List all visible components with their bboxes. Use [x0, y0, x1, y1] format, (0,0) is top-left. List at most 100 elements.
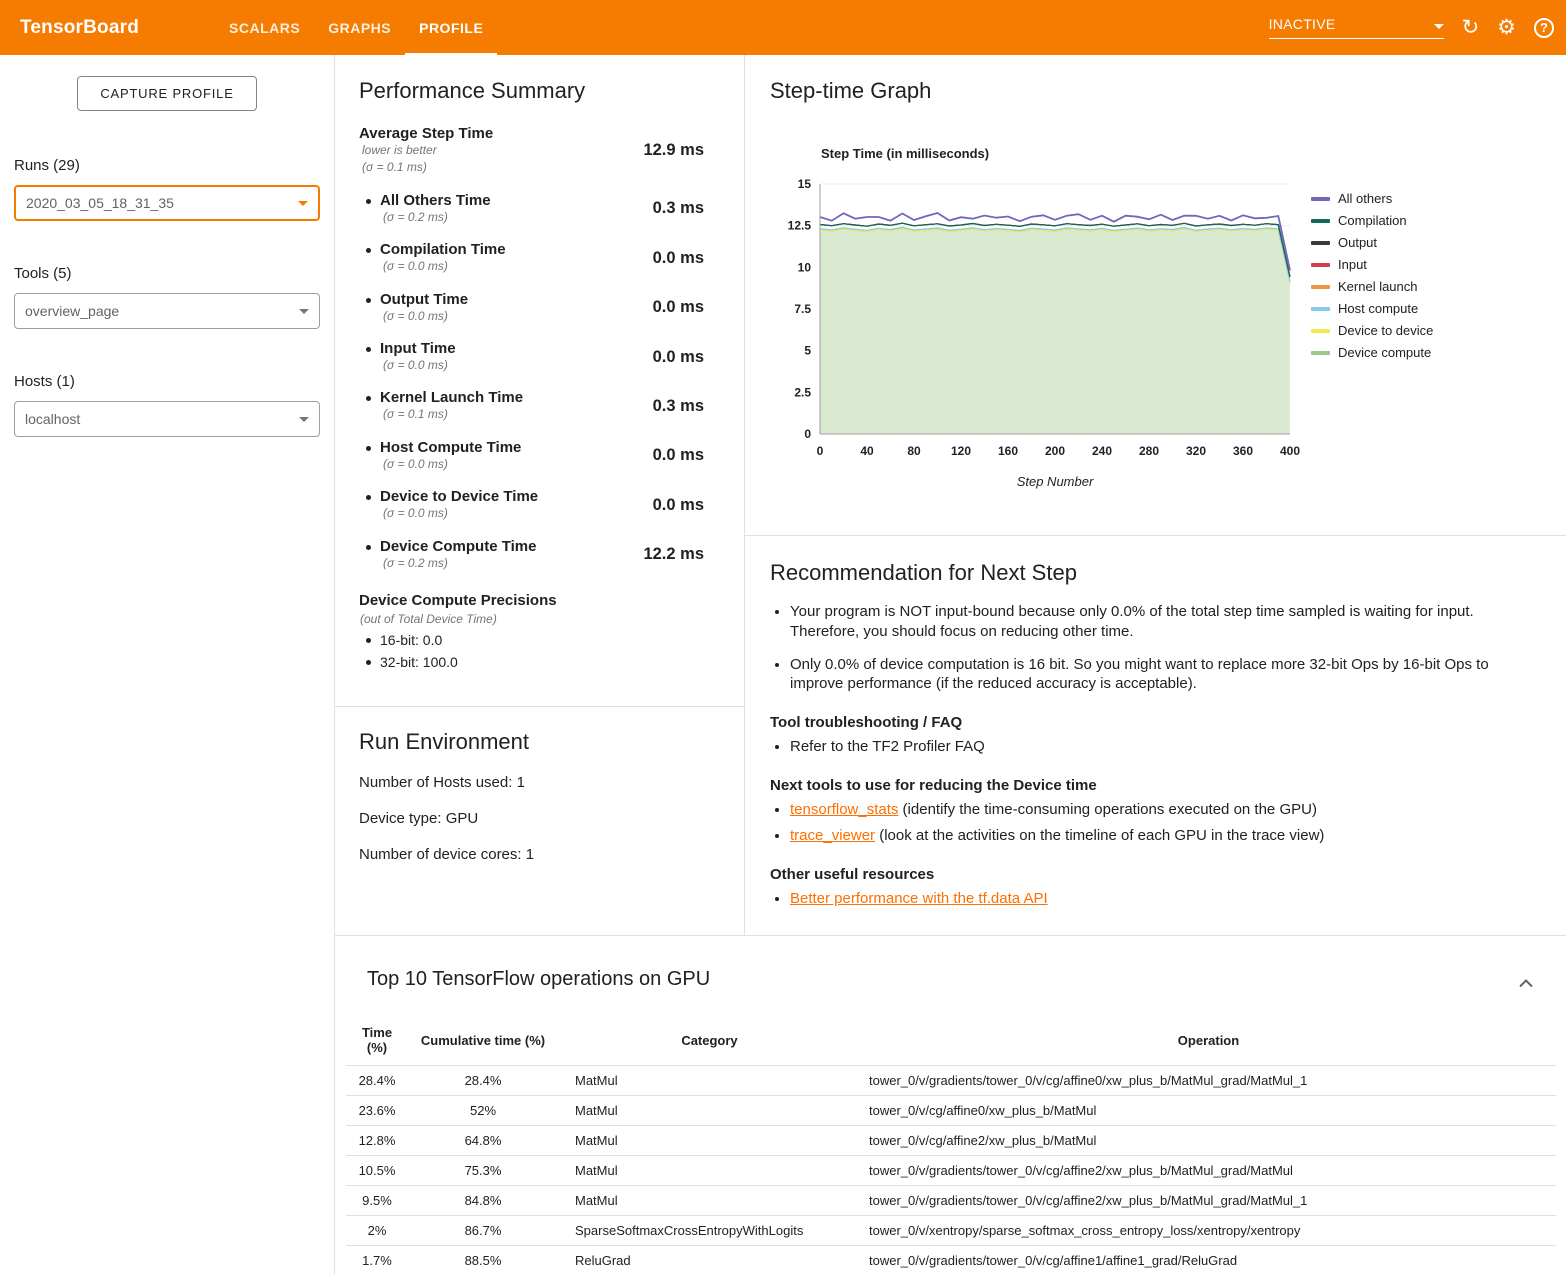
table-row: 10.5%75.3%MatMultower_0/v/gradients/towe… — [346, 1156, 1556, 1186]
precision-item: 16-bit: 0.0 — [359, 632, 720, 648]
collapse-section-button[interactable] — [1512, 970, 1540, 997]
tools-dropdown[interactable]: overview_page — [14, 293, 320, 329]
svg-text:5: 5 — [804, 344, 811, 358]
metric-labels: Device to Device Time(σ = 0.0 ms) — [359, 488, 538, 522]
legend-label: Input — [1338, 257, 1367, 272]
metric-value: 0.0 ms — [653, 496, 704, 515]
table-cell: tower_0/v/gradients/tower_0/v/cg/affine1… — [861, 1246, 1556, 1275]
metric-sigma: (σ = 0.2 ms) — [383, 555, 536, 572]
metric-sigma: (σ = 0.0 ms) — [383, 357, 456, 374]
tab-graphs[interactable]: GRAPHS — [314, 0, 405, 55]
resource-link-item: Better performance with the tf.data API — [790, 889, 1521, 909]
hosts-control: Hosts (1) localhost — [0, 373, 334, 437]
metric-row: Device to Device Time(σ = 0.0 ms) 0.0 ms — [359, 488, 704, 522]
svg-text:7.5: 7.5 — [794, 302, 811, 316]
svg-text:0: 0 — [817, 444, 824, 458]
run-environment-title: Run Environment — [335, 707, 744, 755]
top-ops-header: Top 10 TensorFlow operations on GPU — [335, 968, 1566, 997]
metric-labels: Compilation Time(σ = 0.0 ms) — [359, 241, 506, 275]
column-header: Operation — [861, 1019, 1556, 1066]
legend-label: All others — [1338, 191, 1392, 206]
runenv-lines: Number of Hosts used: 1Device type: GPUN… — [335, 774, 744, 863]
legend-label: Compilation — [1338, 213, 1407, 228]
legend-item: Device compute — [1311, 345, 1433, 360]
column-header: Category — [558, 1019, 861, 1066]
table-cell: 12.8% — [346, 1126, 408, 1156]
tool-link-item: tensorflow_stats (identify the time-cons… — [790, 800, 1521, 820]
table-cell: 52% — [408, 1096, 558, 1126]
capture-profile-button[interactable]: CAPTURE PROFILE — [77, 76, 256, 111]
table-cell: tower_0/v/gradients/tower_0/v/cg/affine0… — [861, 1066, 1556, 1096]
metric-note: lower is better — [362, 142, 493, 159]
legend-item: Input — [1311, 257, 1433, 272]
metric-row: Output Time(σ = 0.0 ms)0.0 ms — [359, 291, 704, 325]
metric-label: Compilation Time — [380, 241, 506, 258]
metric-row: All Others Time(σ = 0.2 ms)0.3 ms — [359, 192, 704, 226]
precisions-block: Device Compute Precisions (out of Total … — [335, 572, 744, 670]
refresh-icon[interactable]: ↻ — [1462, 17, 1480, 38]
legend-swatch — [1311, 263, 1330, 267]
metric-sigma: (σ = 0.0 ms) — [383, 456, 521, 473]
table-cell: 28.4% — [408, 1066, 558, 1096]
legend-item: Device to device — [1311, 323, 1433, 338]
svg-text:240: 240 — [1092, 444, 1112, 458]
legend-swatch — [1311, 219, 1330, 223]
chevron-up-icon — [1518, 979, 1534, 988]
legend-swatch — [1311, 307, 1330, 311]
metric-row: Average Step Timelower is better(σ = 0.1… — [359, 125, 704, 177]
legend-swatch — [1311, 329, 1330, 333]
top-row: Performance Summary Average Step Timelow… — [335, 55, 1566, 935]
table-row: 2%86.7%SparseSoftmaxCrossEntropyWithLogi… — [346, 1216, 1556, 1246]
table-cell: 23.6% — [346, 1096, 408, 1126]
tab-scalars[interactable]: SCALARS — [215, 0, 314, 55]
recommendation-title: Recommendation for Next Step — [770, 560, 1521, 586]
table-cell: tower_0/v/cg/affine2/xw_plus_b/MatMul — [861, 1126, 1556, 1156]
legend-label: Kernel launch — [1338, 279, 1418, 294]
table-cell: MatMul — [558, 1156, 861, 1186]
run-environment-line: Number of Hosts used: 1 — [359, 774, 720, 791]
svg-text:Step Number: Step Number — [1017, 474, 1094, 489]
app-logo: TensorBoard — [0, 0, 159, 55]
table-cell: MatMul — [558, 1126, 861, 1156]
precisions-title: Device Compute Precisions — [359, 592, 720, 609]
table-cell: tower_0/v/gradients/tower_0/v/cg/affine2… — [861, 1186, 1556, 1216]
status-dropdown[interactable]: INACTIVE — [1269, 16, 1444, 39]
metric-label: Device Compute Time — [380, 538, 536, 555]
tool-description: (look at the activities on the timeline … — [875, 827, 1324, 844]
precisions-list: 16-bit: 0.032-bit: 100.0 — [359, 632, 720, 670]
svg-text:0: 0 — [804, 427, 811, 441]
top-ops-table-wrap: Time (%)Cumulative time (%)CategoryOpera… — [335, 997, 1566, 1275]
metric-label: Input Time — [380, 340, 456, 357]
svg-text:15: 15 — [798, 177, 812, 191]
metric-sigma: (σ = 0.2 ms) — [383, 209, 491, 226]
svg-text:2.5: 2.5 — [794, 385, 811, 399]
table-cell: tower_0/v/gradients/tower_0/v/cg/affine2… — [861, 1156, 1556, 1186]
recommendation-bullet: Only 0.0% of device computation is 16 bi… — [790, 655, 1521, 695]
table-cell: 2% — [346, 1216, 408, 1246]
chevron-down-icon — [299, 309, 309, 314]
metric-labels: Input Time(σ = 0.0 ms) — [359, 340, 456, 374]
column-header: Time (%) — [346, 1019, 408, 1066]
metric-value: 12.2 ms — [643, 545, 704, 564]
tf-data-api-link[interactable]: Better performance with the tf.data API — [790, 890, 1048, 907]
runs-dropdown[interactable]: 2020_03_05_18_31_35 — [14, 185, 320, 221]
table-cell: 84.8% — [408, 1186, 558, 1216]
tool-link[interactable]: tensorflow_stats — [790, 801, 898, 818]
tab-profile[interactable]: PROFILE — [405, 0, 497, 55]
hosts-dropdown[interactable]: localhost — [14, 401, 320, 437]
recommendation-bullet: Your program is NOT input-bound because … — [790, 602, 1521, 642]
metric-labels: Device Compute Time(σ = 0.2 ms) — [359, 538, 536, 572]
chart-wrap: 02.557.51012.515040801201602002402803203… — [770, 169, 1566, 499]
metric-sigma: (σ = 0.1 ms) — [362, 159, 493, 176]
help-icon[interactable]: ? — [1534, 18, 1554, 38]
gear-icon[interactable]: ⚙ — [1497, 17, 1516, 38]
tool-link[interactable]: trace_viewer — [790, 827, 875, 844]
metric-labels: All Others Time(σ = 0.2 ms) — [359, 192, 491, 226]
chart-title: Step Time (in milliseconds) — [821, 146, 1566, 161]
table-cell: tower_0/v/cg/affine0/xw_plus_b/MatMul — [861, 1096, 1556, 1126]
page-layout: CAPTURE PROFILE Runs (29) 2020_03_05_18_… — [0, 55, 1566, 1275]
metric-row: Host Compute Time(σ = 0.0 ms)0.0 ms — [359, 439, 704, 473]
chart-legend: All othersCompilationOutputInputKernel l… — [1311, 191, 1433, 499]
hosts-label: Hosts (1) — [14, 373, 320, 390]
tools-control: Tools (5) overview_page — [0, 265, 334, 329]
